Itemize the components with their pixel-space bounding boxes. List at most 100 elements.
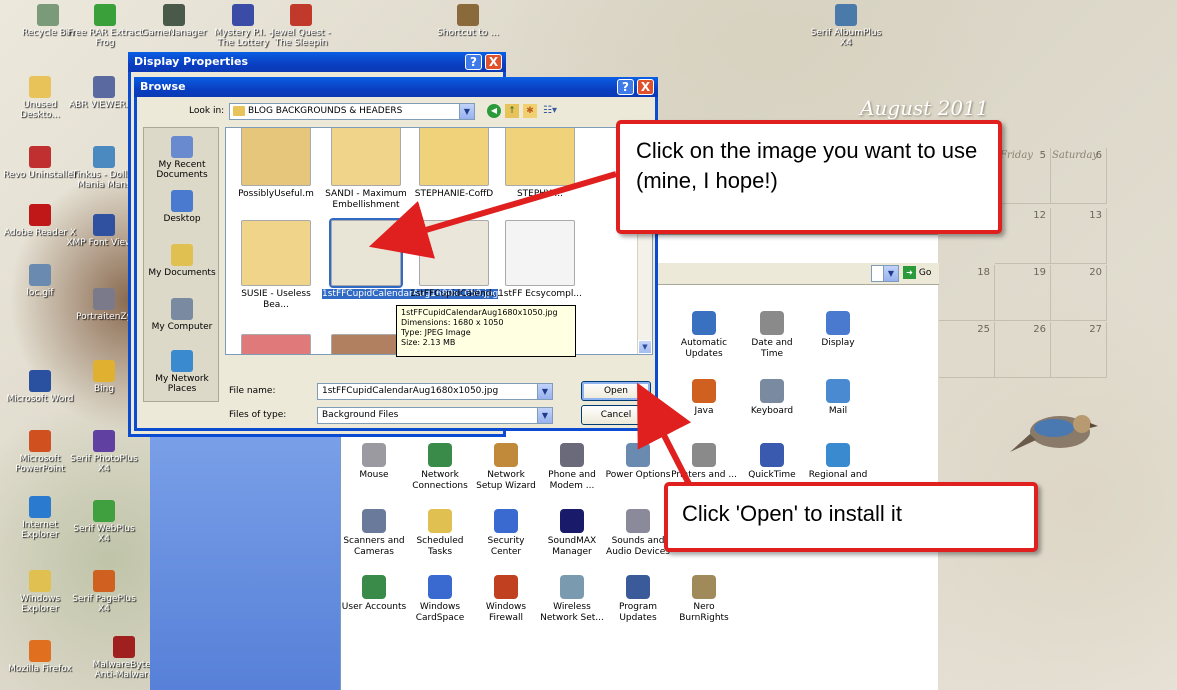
control-panel-item[interactable]: Network Connections [407,443,473,492]
control-panel-item[interactable]: Phone and Modem ... [539,443,605,492]
control-panel-item[interactable]: Mouse [341,443,407,481]
file-thumbnail[interactable]: SANDI - Maximum Embellishment [322,128,410,211]
help-button[interactable]: ? [465,54,482,70]
control-panel-item[interactable]: Windows CardSpace [407,575,473,624]
go-arrow-icon: ➜ [903,266,916,279]
help-button[interactable]: ? [617,79,634,95]
callout-select-image-text: Click on the image you want to use (mine… [636,138,978,193]
desktop-icon-label: Microsoft PowerPoint [15,454,65,474]
new-folder-icon[interactable]: ✱ [523,104,537,118]
display-properties-title: Display Properties [134,55,249,68]
file-thumbnail[interactable]: STEPHANIE-CoffD [410,128,498,200]
file-name-field[interactable]: 1stFFCupidCalendarAug1680x1050.jpg ▼ [317,383,553,400]
control-panel-item-label: SoundMAX Manager [547,536,597,557]
folder-icon [233,106,245,116]
views-menu-icon[interactable]: ☷▾ [541,104,559,118]
soundmax-icon [560,509,584,533]
places-item[interactable]: Desktop [144,190,220,224]
control-panel-item[interactable]: Keyboard [739,379,805,417]
control-panel-item-label: Nero BurnRights [679,602,729,623]
control-panel-item[interactable]: QuickTime [739,443,805,481]
desktop-icon-item[interactable]: Serif WebPlus X4 [66,500,142,544]
control-panel-item[interactable]: Printers and ... [671,443,737,481]
file-thumbnail[interactable] [232,334,320,354]
control-panel-item[interactable]: SoundMAX Manager [539,509,605,558]
recent-documents-icon [171,136,193,158]
display-icon [826,311,850,335]
control-panel-item[interactable]: Power Options [605,443,671,481]
file-label: STEPHY ... [516,189,564,199]
desktop-icon-item[interactable]: Jewel Quest - The Sleepin [263,4,339,48]
places-item[interactable]: My Documents [144,244,220,278]
browse-titlebar: Browse ? X [134,77,658,97]
look-in-dropdown[interactable]: BLOG BACKGROUNDS & HEADERS ▼ [229,103,475,120]
control-panel-item[interactable]: Scheduled Tasks [407,509,473,558]
up-folder-icon[interactable]: ↑ [505,104,519,118]
serif-photo-icon [93,430,115,452]
control-panel-item[interactable]: Nero BurnRights [671,575,737,624]
file-label: 1stFF Ecsycompl... [498,289,582,299]
places-item[interactable]: My Network Places [144,350,220,394]
control-panel-item-label: QuickTime [748,470,796,480]
control-panel-item[interactable]: Java [671,379,737,417]
control-panel-item[interactable]: Mail [805,379,871,417]
desktop-icon-item[interactable]: Serif PagePlus X4 [66,570,142,614]
desktop-icon-label: Windows Explorer [19,594,61,614]
control-panel-item[interactable]: Wireless Network Set... [539,575,605,624]
date-time-icon [760,311,784,335]
address-dropdown[interactable]: ▼ [871,265,899,282]
file-label: PossiblyUseful.m [238,189,314,199]
wireless-icon [560,575,584,599]
scanners-icon [362,509,386,533]
places-item[interactable]: My Computer [144,298,220,332]
desktop-icon-item[interactable]: Free RAR Extract Frog [67,4,143,48]
scheduled-tasks-icon [428,509,452,533]
selected-file-thumbnail[interactable]: 1stFFCupidCalendarAug1680x1050.jpg [322,218,499,300]
control-panel-item[interactable]: Windows Firewall [473,575,539,624]
open-button[interactable]: Open [581,381,651,401]
places-item[interactable]: My Recent Documents [144,136,220,180]
file-thumbnail[interactable]: 1stFF Ecsycompl... [496,220,584,300]
back-icon[interactable]: ◀ [487,104,501,118]
control-panel-item[interactable]: Date and Time [739,311,805,360]
chevron-down-icon: ▼ [537,384,552,399]
phone-modem-icon [560,443,584,467]
desktop-icon-item[interactable]: GameNanager [136,4,212,38]
file-type-dropdown[interactable]: Background Files ▼ [317,407,553,424]
user-accounts-icon [362,575,386,599]
chevron-down-icon: ▼ [883,266,898,281]
control-panel-item[interactable]: Sounds and Audio Devices [605,509,671,558]
desktop-icon-item[interactable]: Mozilla Firefox [2,640,78,674]
calendar-date: 19 [995,265,1051,321]
ie-icon [29,496,51,518]
my-computer-icon [171,298,193,320]
desktop-icon-item[interactable]: Microsoft Word [2,370,78,404]
control-panel-item[interactable]: Automatic Updates [671,311,737,360]
control-panel-item[interactable]: Network Setup Wizard [473,443,539,492]
file-thumbnail[interactable]: 1stFFCupidCalend... [410,220,500,300]
file-type-label: Files of type: [229,410,287,420]
go-button[interactable]: ➜ Go [903,266,931,279]
chevron-down-icon: ▼ [459,104,474,119]
desktop-icon-item[interactable]: Shortcut to ... [430,4,506,38]
look-in-value: BLOG BACKGROUNDS & HEADERS [248,106,403,116]
places-item-label: My Network Places [155,374,209,394]
desktop-icon-item[interactable]: Serif AlbumPlus X4 [808,4,884,48]
control-panel-item[interactable]: Display [805,311,871,349]
file-thumbnail[interactable]: SUSIE - Useless Bea... [232,220,320,311]
file-thumbnail[interactable]: STEPHY ... [496,128,584,200]
close-button[interactable]: X [637,79,654,95]
control-panel-item[interactable]: Scanners and Cameras [341,509,407,558]
close-button[interactable]: X [485,54,502,70]
cancel-button[interactable]: Cancel [581,405,651,425]
callout-open-text: Click 'Open' to install it [682,501,902,526]
scroll-down-icon[interactable]: ▼ [638,340,652,354]
control-panel-item[interactable]: Program Updates [605,575,671,624]
image-thumbnail [505,128,575,186]
file-thumbnail[interactable]: PossiblyUseful.m [232,128,320,200]
font-viewer-icon [93,214,115,236]
desktop-icon [171,190,193,212]
control-panel-item[interactable]: User Accounts [341,575,407,613]
control-panel-item[interactable]: Security Center [473,509,539,558]
control-panel-task-pane [150,430,340,690]
